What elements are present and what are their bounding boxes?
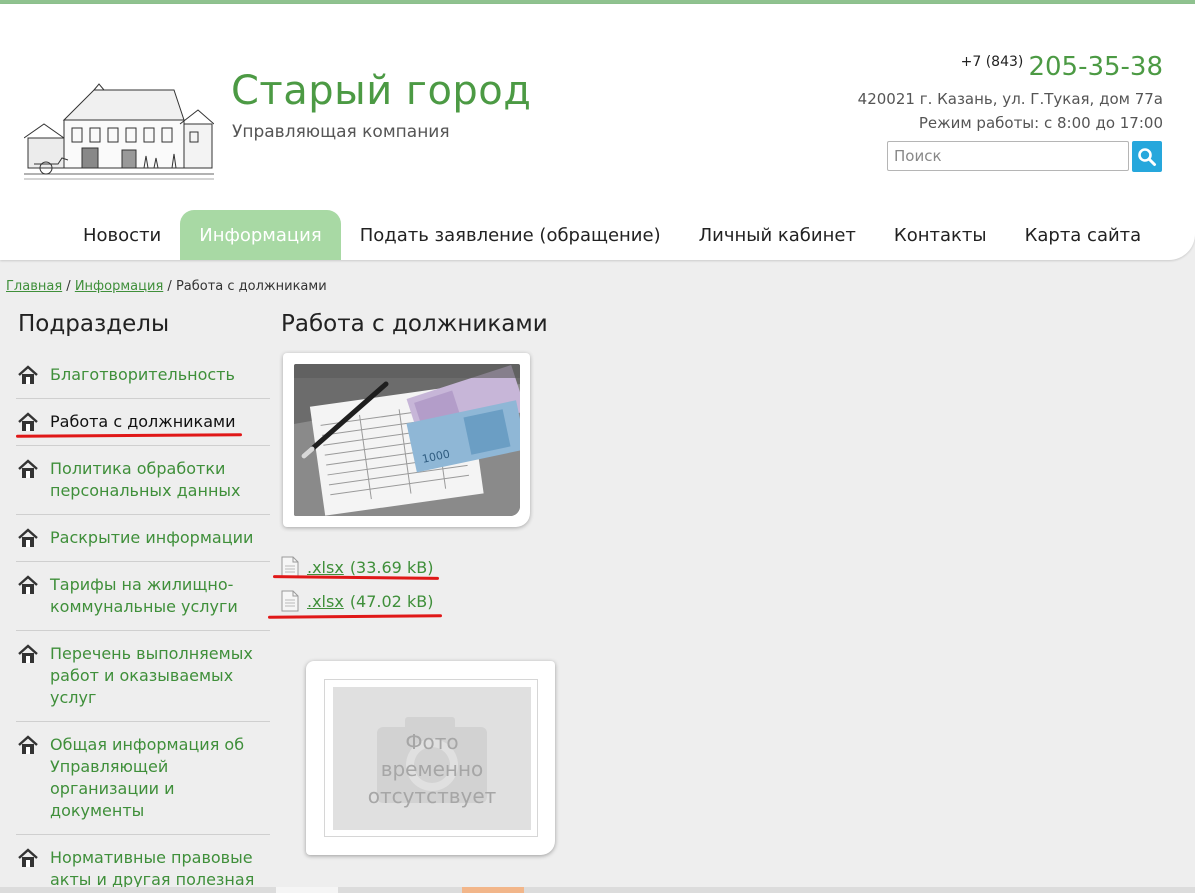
house-icon xyxy=(18,848,38,867)
sidebar-item-debtors[interactable]: Работа с должниками xyxy=(16,399,270,446)
house-icon xyxy=(18,459,38,478)
sidebar-item-label: Благотворительность xyxy=(50,365,235,384)
breadcrumb-information[interactable]: Информация xyxy=(75,279,163,294)
main-nav: Новости Информация Подать заявление (обр… xyxy=(64,210,1160,260)
sidebar-item-label: Перечень выполняемых работ и оказываемых… xyxy=(50,644,253,707)
nav-item-sitemap[interactable]: Карта сайта xyxy=(1006,210,1161,260)
house-icon xyxy=(18,365,38,384)
sidebar-item-label: Тарифы на жилищно-коммунальные услуги xyxy=(50,575,238,616)
logo-illustration[interactable] xyxy=(24,80,214,186)
nav-item-news[interactable]: Новости xyxy=(64,210,180,260)
sidebar-item-label: Политика обработки персональных данных xyxy=(50,459,241,500)
phone-number: 205-35-38 xyxy=(1028,52,1163,82)
sidebar-item-label: Работа с должниками xyxy=(50,412,236,431)
breadcrumb: Главная / Информация / Работа с должника… xyxy=(6,279,327,294)
scroll-segment xyxy=(462,887,524,893)
house-icon xyxy=(18,412,38,431)
file-list: .xlsx (33.69 kB) .xlsx (47.02 kB) xyxy=(281,555,433,623)
file-link[interactable]: .xlsx (47.02 kB) xyxy=(281,589,433,613)
sidebar-item-privacy-policy[interactable]: Политика обработки персональных данных xyxy=(16,446,270,515)
breadcrumb-current: Работа с должниками xyxy=(175,279,327,294)
no-photo-placeholder: Фото временно отсутствует xyxy=(324,679,538,837)
no-photo-line: Фото xyxy=(405,730,459,754)
sidebar-item-general-info[interactable]: Общая информация об Управляющей организа… xyxy=(16,722,270,835)
nav-item-personal-account[interactable]: Личный кабинет xyxy=(680,210,875,260)
article-photo[interactable]: 1000 xyxy=(294,364,520,516)
working-hours: Режим работы: с 8:00 до 17:00 xyxy=(918,114,1163,132)
search-button[interactable] xyxy=(1132,141,1162,172)
house-icon xyxy=(18,575,38,594)
sidebar-item-label: Общая информация об Управляющей организа… xyxy=(50,735,245,820)
sidebar-title: Подразделы xyxy=(18,311,170,337)
phone-prefix: +7 (843) xyxy=(960,54,1024,70)
breadcrumb-separator: / xyxy=(167,279,172,294)
breadcrumb-home[interactable]: Главная xyxy=(6,279,62,294)
sidebar-item-disclosure[interactable]: Раскрытие информации xyxy=(16,515,270,562)
document-icon xyxy=(281,590,299,612)
sidebar-item-tariffs[interactable]: Тарифы на жилищно-коммунальные услуги xyxy=(16,562,270,631)
article-photo-frame: 1000 xyxy=(283,353,530,527)
no-photo-line: временно xyxy=(380,757,484,781)
sidebar-item-works-list[interactable]: Перечень выполняемых работ и оказываемых… xyxy=(16,631,270,722)
search-icon xyxy=(1138,147,1156,166)
site-header: Старый город Управляющая компания +7 (84… xyxy=(0,4,1195,260)
file-size: (33.69 kB) xyxy=(349,557,434,577)
house-icon xyxy=(18,735,38,754)
site-title[interactable]: Старый город xyxy=(231,68,531,114)
nav-item-contacts[interactable]: Контакты xyxy=(875,210,1006,260)
house-icon xyxy=(18,528,38,547)
scroll-segment xyxy=(276,887,338,893)
nav-item-information[interactable]: Информация xyxy=(180,210,341,260)
no-photo-line: отсутствует xyxy=(367,784,497,808)
content-title: Работа с должниками xyxy=(281,311,548,337)
bottom-scroll-bar[interactable] xyxy=(0,887,1195,893)
address: 420021 г. Казань, ул. Г.Тукая, дом 77а xyxy=(857,90,1163,108)
site-subtitle: Управляющая компания xyxy=(232,122,450,142)
house-icon xyxy=(18,644,38,663)
search-input[interactable] xyxy=(887,141,1129,171)
no-photo-text: Фото временно отсутствует xyxy=(333,729,531,810)
no-photo-frame: Фото временно отсутствует xyxy=(306,661,555,855)
breadcrumb-separator: / xyxy=(66,279,71,294)
nav-item-submit-request[interactable]: Подать заявление (обращение) xyxy=(341,210,680,260)
sidebar-item-legal-acts[interactable]: Нормативные правовые акты и другая полез… xyxy=(16,835,270,893)
sidebar-item-label: Раскрытие информации xyxy=(50,528,254,547)
file-extension[interactable]: .xlsx xyxy=(307,592,344,611)
sidebar-item-charity[interactable]: Благотворительность xyxy=(16,352,270,399)
file-size: (47.02 kB) xyxy=(349,591,434,611)
no-photo-box: Фото временно отсутствует xyxy=(333,687,531,830)
file-extension[interactable]: .xlsx xyxy=(307,558,344,577)
phone: +7 (843) 205-35-38 xyxy=(961,52,1163,82)
